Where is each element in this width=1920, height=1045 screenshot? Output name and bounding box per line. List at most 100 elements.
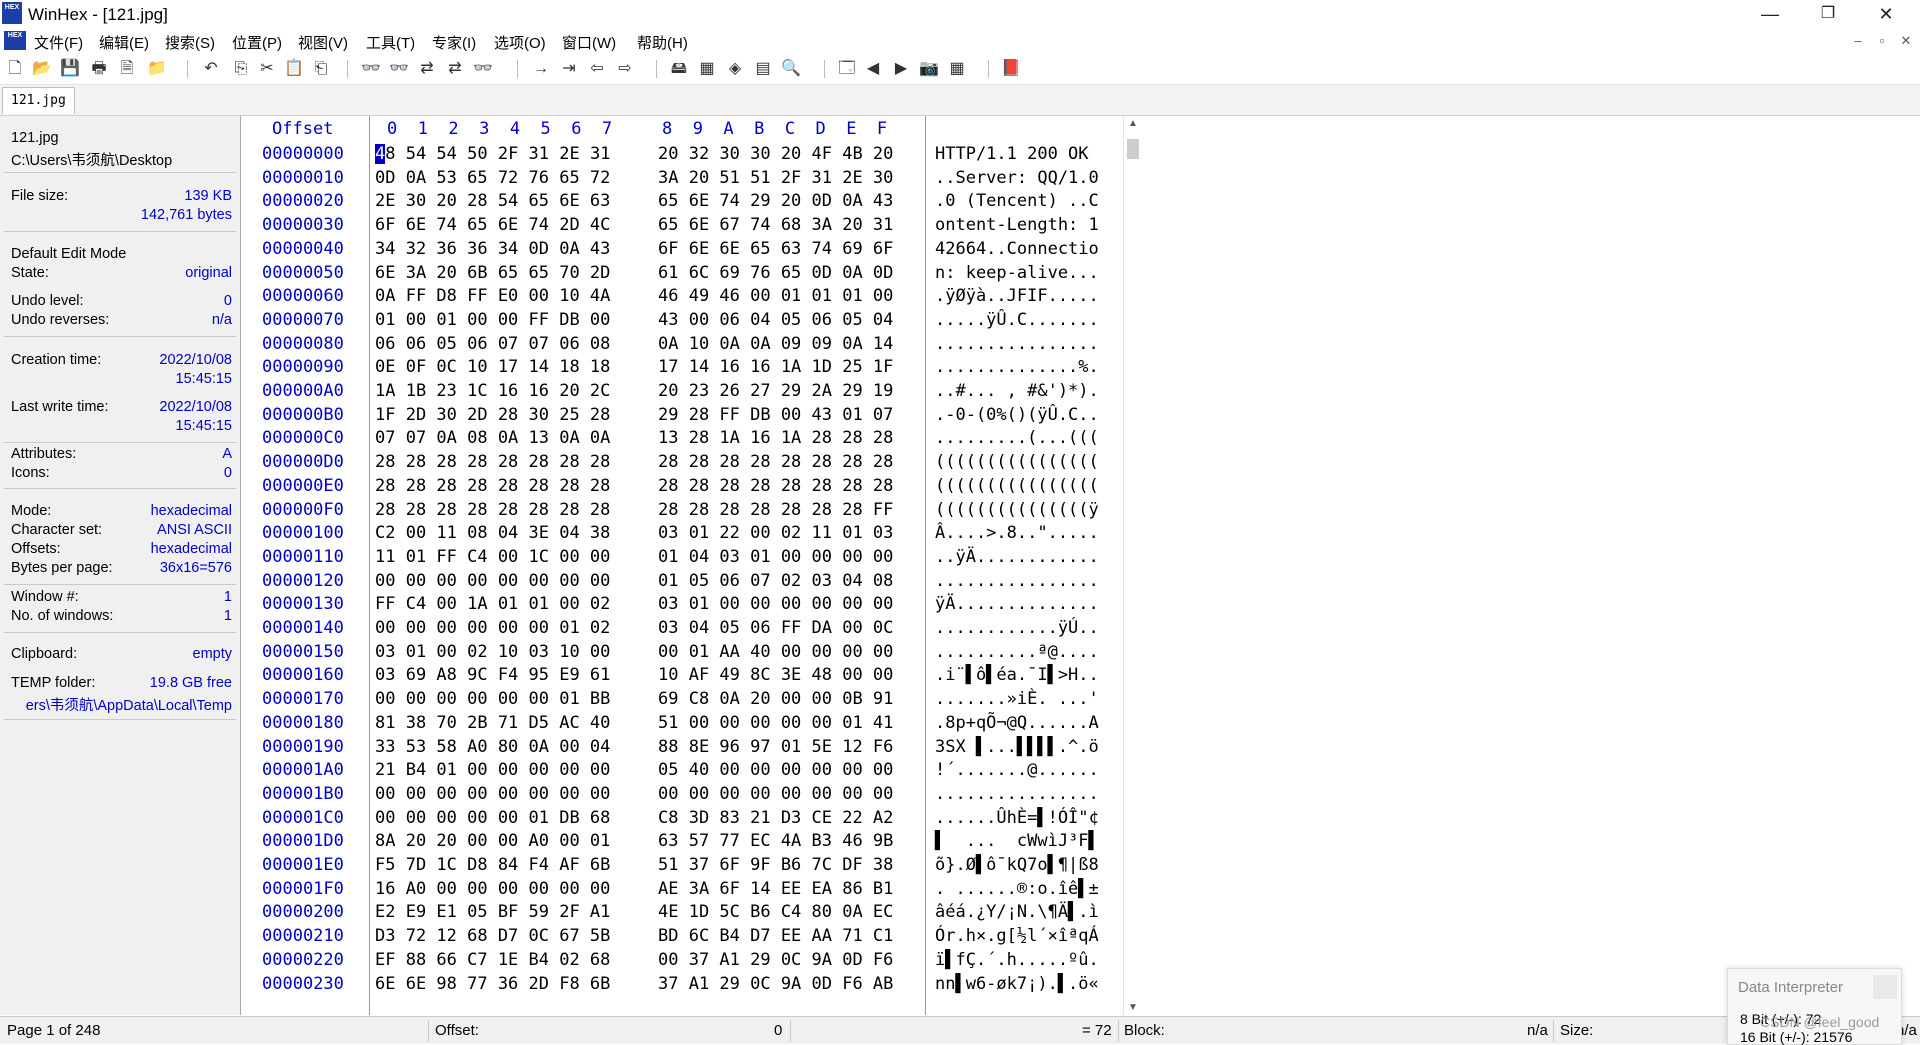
hex-bytes-high[interactable]: 00 37 A1 29 0C 9A 0D F6 xyxy=(658,949,893,973)
hex-bytes-low[interactable]: 28 28 28 28 28 28 28 28 xyxy=(375,499,610,523)
row-offset[interactable]: 00000020 xyxy=(262,190,344,214)
copy-hex-icon[interactable]: ⎗ xyxy=(310,58,332,80)
text-column[interactable]: ÿÄ.............. xyxy=(935,593,1099,617)
text-column[interactable]: (((((((((((((((( xyxy=(935,475,1099,499)
text-column[interactable]: .0 (Tencent) ..C xyxy=(935,190,1099,214)
row-offset[interactable]: 000000B0 xyxy=(262,404,344,428)
hex-bytes-high[interactable]: 03 04 05 06 FF DA 00 0C xyxy=(658,617,893,641)
text-column[interactable]: ..............%. xyxy=(935,356,1099,380)
hex-bytes-high[interactable]: 46 49 46 00 01 01 01 00 xyxy=(658,285,893,309)
hex-bytes-low[interactable]: 2E 30 20 28 54 65 6E 63 xyxy=(375,190,610,214)
open-folder-icon[interactable]: 📁 xyxy=(146,58,168,80)
hex-bytes-high[interactable]: 88 8E 96 97 01 5E 12 F6 xyxy=(658,736,893,760)
prev-icon[interactable]: ◀ xyxy=(862,58,884,80)
goto-offset-icon[interactable]: → xyxy=(530,58,552,80)
menu-file[interactable]: 文件(F) xyxy=(34,32,83,53)
open-disk-icon[interactable]: 🖴 xyxy=(668,58,690,80)
text-column[interactable]: .....ÿÛ.C....... xyxy=(935,309,1099,333)
hex-bytes-high[interactable]: 28 28 28 28 28 28 28 FF xyxy=(658,499,893,523)
text-column[interactable]: HTTP/1.1 200 OK xyxy=(935,143,1099,167)
row-offset[interactable]: 00000140 xyxy=(262,617,344,641)
row-offset[interactable]: 00000110 xyxy=(262,546,344,570)
open-ram-icon[interactable]: ▦ xyxy=(696,58,718,80)
hex-bytes-high[interactable]: 28 28 28 28 28 28 28 28 xyxy=(658,475,893,499)
hex-bytes-high[interactable]: 00 00 00 00 00 00 00 00 xyxy=(658,783,893,807)
hex-bytes-high[interactable]: 28 28 28 28 28 28 28 28 xyxy=(658,451,893,475)
hex-bytes-high[interactable]: C8 3D 83 21 D3 CE 22 A2 xyxy=(658,807,893,831)
paste-icon[interactable]: 📋 xyxy=(283,58,305,80)
hex-bytes-high[interactable]: 51 00 00 00 00 00 01 41 xyxy=(658,712,893,736)
data-interpreter-close-button[interactable] xyxy=(1873,975,1897,999)
save-icon[interactable]: 💾 xyxy=(59,58,81,80)
row-offset[interactable]: 000001F0 xyxy=(262,878,344,902)
hex-bytes-low[interactable]: 1A 1B 23 1C 16 16 20 2C xyxy=(375,380,610,404)
text-column[interactable]: ................ xyxy=(935,783,1099,807)
text-column[interactable]: .i¨▌ô▌éa.¯I▌>H.. xyxy=(935,664,1099,688)
hex-bytes-low[interactable]: F5 7D 1C D8 84 F4 AF 6B xyxy=(375,854,610,878)
close-button[interactable]: ✕ xyxy=(1858,0,1914,30)
hex-bytes-low[interactable]: C2 00 11 08 04 3E 04 38 xyxy=(375,522,610,546)
text-column[interactable]: ..ÿÄ............ xyxy=(935,546,1099,570)
menu-help[interactable]: 帮助(H) xyxy=(637,32,688,53)
camera-icon[interactable]: 📷 xyxy=(918,58,940,80)
data-interpreter-panel[interactable]: Data Interpreter 8 Bit (+/-): 72 16 Bit … xyxy=(1727,968,1902,1045)
hex-bytes-low[interactable]: 6E 6E 98 77 36 2D F8 6B xyxy=(375,973,610,997)
help-book-icon[interactable]: 📕 xyxy=(1000,58,1022,80)
hex-bytes-low[interactable]: 6F 6E 74 65 6E 74 2D 4C xyxy=(375,214,610,238)
text-column[interactable]: n: keep-alive... xyxy=(935,262,1099,286)
hex-bytes-high[interactable]: 51 37 6F 9F B6 7C DF 38 xyxy=(658,854,893,878)
row-offset[interactable]: 000000F0 xyxy=(262,499,344,523)
cut-icon[interactable]: ✂ xyxy=(256,58,278,80)
analyze-icon[interactable]: 🔍 xyxy=(780,58,802,80)
row-offset[interactable]: 00000220 xyxy=(262,949,344,973)
hex-bytes-low[interactable]: EF 88 66 C7 1E B4 02 68 xyxy=(375,949,610,973)
text-column[interactable]: ..Server: QQ/1.0 xyxy=(935,167,1099,191)
text-column[interactable]: .......»iÈ. ...' xyxy=(935,688,1099,712)
replace-text-icon[interactable]: ⇄ xyxy=(416,58,438,80)
row-offset[interactable]: 00000170 xyxy=(262,688,344,712)
row-offset[interactable]: 000000C0 xyxy=(262,427,344,451)
hex-bytes-low[interactable]: 1F 2D 30 2D 28 30 25 28 xyxy=(375,404,610,428)
grid-icon[interactable]: ▦ xyxy=(946,58,968,80)
menu-tools[interactable]: 工具(T) xyxy=(366,32,415,53)
hex-bytes-high[interactable]: 10 AF 49 8C 3E 48 00 00 xyxy=(658,664,893,688)
row-offset[interactable]: 00000120 xyxy=(262,570,344,594)
row-offset[interactable]: 00000190 xyxy=(262,736,344,760)
hex-bytes-low[interactable]: 8A 20 20 00 00 A0 00 01 xyxy=(375,830,610,854)
hex-bytes-high[interactable]: 4E 1D 5C B6 C4 80 0A EC xyxy=(658,901,893,925)
winhex-app-icon[interactable]: HEX xyxy=(2,2,22,24)
hex-bytes-low[interactable]: 21 B4 01 00 00 00 00 00 xyxy=(375,759,610,783)
row-offset[interactable]: 00000060 xyxy=(262,285,344,309)
row-offset[interactable]: 00000030 xyxy=(262,214,344,238)
properties-icon[interactable]: 🗎 xyxy=(116,58,138,80)
row-offset[interactable]: 000001D0 xyxy=(262,830,344,854)
scroll-thumb[interactable] xyxy=(1127,139,1139,159)
hex-bytes-high[interactable]: 20 32 30 30 20 4F 4B 20 xyxy=(658,143,893,167)
row-offset[interactable]: 000001B0 xyxy=(262,783,344,807)
row-offset[interactable]: 000001E0 xyxy=(262,854,344,878)
text-column[interactable]: . ......®:o.îê▌± xyxy=(935,878,1099,902)
next-icon[interactable]: ▶ xyxy=(890,58,912,80)
hex-bytes-low[interactable]: 03 01 00 02 10 03 10 00 xyxy=(375,641,610,665)
hex-bytes-low[interactable]: 81 38 70 2B 71 D5 AC 40 xyxy=(375,712,610,736)
hex-bytes-high[interactable]: 20 23 26 27 29 2A 29 19 xyxy=(658,380,893,404)
hex-bytes-low[interactable]: 00 00 00 00 00 01 DB 68 xyxy=(375,807,610,831)
hex-bytes-low[interactable]: 07 07 0A 08 0A 13 0A 0A xyxy=(375,427,610,451)
new-file-icon[interactable]: 🗋 xyxy=(4,58,26,80)
menu-position[interactable]: 位置(P) xyxy=(232,32,282,53)
hex-bytes-high[interactable]: 69 C8 0A 20 00 00 0B 91 xyxy=(658,688,893,712)
row-offset[interactable]: 00000180 xyxy=(262,712,344,736)
text-column[interactable]: Ór.h×.g[½l´×îªqÁ xyxy=(935,925,1099,949)
row-offset[interactable]: 000001C0 xyxy=(262,807,344,831)
hex-bytes-high[interactable]: 61 6C 69 76 65 0D 0A 0D xyxy=(658,262,893,286)
document-icon[interactable]: HEX xyxy=(4,31,26,50)
hex-bytes-high[interactable]: 29 28 FF DB 00 43 01 07 xyxy=(658,404,893,428)
replace-hex-icon[interactable]: ⇄ xyxy=(444,58,466,80)
text-column[interactable]: ï▌fÇ.´.h.....ºû. xyxy=(935,949,1099,973)
menu-options[interactable]: 选项(O) xyxy=(494,32,546,53)
hex-bytes-high[interactable]: 3A 20 51 51 2F 31 2E 30 xyxy=(658,167,893,191)
scroll-up-icon[interactable]: ▲ xyxy=(1124,118,1142,129)
row-offset[interactable]: 00000230 xyxy=(262,973,344,997)
row-offset[interactable]: 00000090 xyxy=(262,356,344,380)
hex-bytes-low[interactable]: 28 28 28 28 28 28 28 28 xyxy=(375,475,610,499)
